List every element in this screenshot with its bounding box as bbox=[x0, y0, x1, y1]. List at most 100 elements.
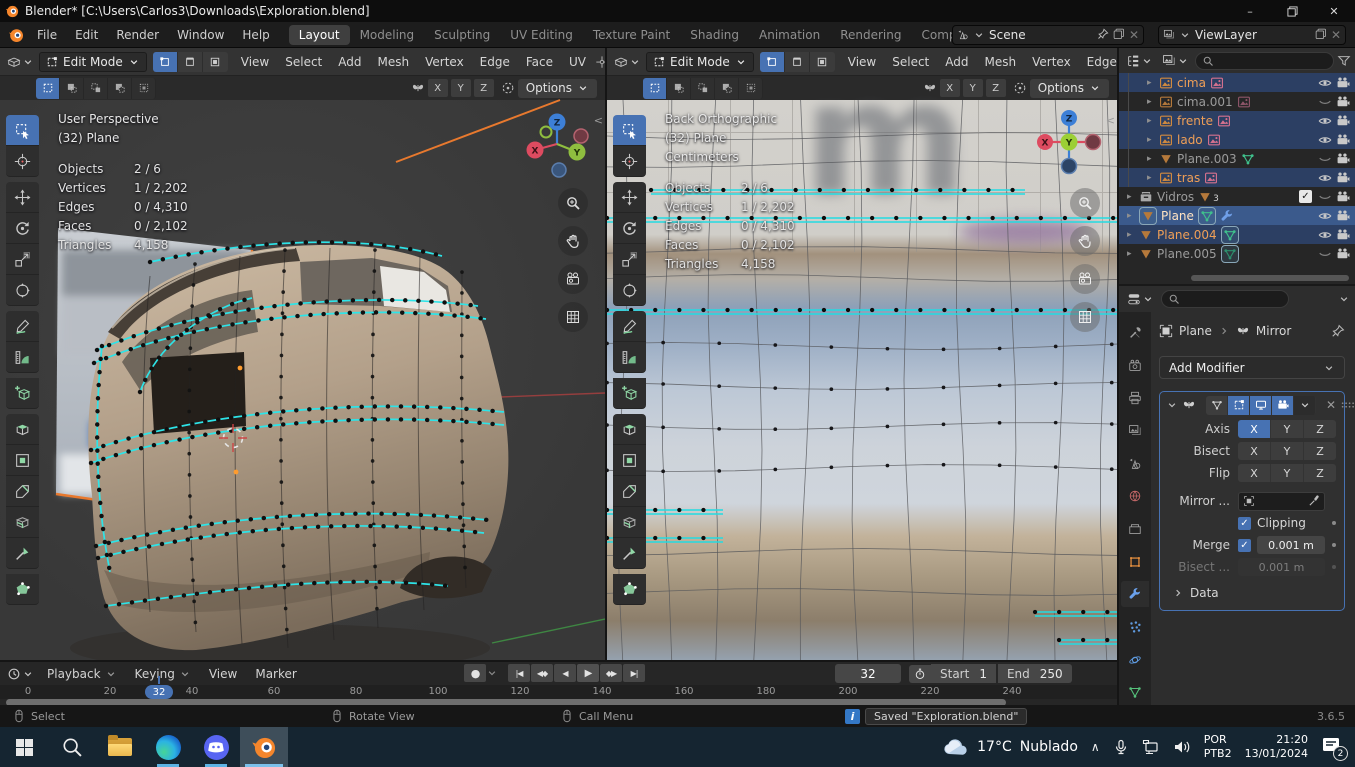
camera-visibility-icon[interactable] bbox=[1334, 190, 1352, 204]
menu-vertex[interactable]: Vertex bbox=[418, 55, 471, 69]
outliner-item-cima[interactable]: ▸cima bbox=[1119, 73, 1355, 92]
menu-edge[interactable]: Edge bbox=[473, 55, 517, 69]
eye-open-icon[interactable] bbox=[1316, 114, 1334, 128]
blender-menu-icon[interactable] bbox=[8, 27, 24, 43]
tool-scale-button[interactable] bbox=[6, 244, 39, 275]
scene-selector[interactable]: Scene ✕ bbox=[952, 25, 1144, 45]
speaker-icon[interactable] bbox=[1173, 739, 1191, 755]
weather-widget[interactable]: 17°C Nublado bbox=[943, 738, 1078, 756]
properties-tab-modifiers[interactable] bbox=[1121, 581, 1149, 607]
properties-tab-view-layer[interactable] bbox=[1121, 418, 1149, 444]
prev-keyframe-button[interactable]: ◀◆ bbox=[531, 664, 553, 682]
workspace-tab-animation[interactable]: Animation bbox=[749, 25, 830, 45]
tool-select-box-button[interactable] bbox=[6, 115, 39, 146]
tool-loop-cut-button[interactable] bbox=[613, 507, 646, 538]
tool-add-cube-button[interactable] bbox=[6, 378, 39, 409]
outliner-item-plane-005[interactable]: ▸Plane.005 bbox=[1119, 244, 1355, 263]
taskbar-search-button[interactable] bbox=[48, 727, 96, 767]
tool-add-cube-button[interactable] bbox=[613, 378, 646, 409]
outliner-scrollbar[interactable] bbox=[1191, 275, 1349, 281]
workspace-tab-shading[interactable]: Shading bbox=[680, 25, 749, 45]
tool-extrude-region-button[interactable] bbox=[613, 414, 646, 445]
menu-file[interactable]: File bbox=[28, 28, 66, 42]
mode-dropdown[interactable]: Edit Mode bbox=[646, 52, 754, 72]
properties-tab-object-data[interactable] bbox=[1121, 679, 1149, 705]
eye-open-icon[interactable] bbox=[1316, 228, 1334, 242]
new-scene-icon[interactable] bbox=[1113, 28, 1125, 40]
delete-modifier-button[interactable]: ✕ bbox=[1326, 398, 1336, 412]
new-view-layer-icon[interactable] bbox=[1315, 28, 1327, 40]
tool-poly-build-button[interactable] bbox=[6, 574, 39, 605]
view-menu[interactable]: View bbox=[201, 667, 245, 681]
menu-select[interactable]: Select bbox=[278, 55, 329, 69]
expand-arrow-icon[interactable]: ▸ bbox=[1147, 173, 1159, 183]
zoom-in-button[interactable] bbox=[558, 188, 588, 218]
camera-visibility-icon[interactable] bbox=[1334, 152, 1352, 166]
merge-checkbox[interactable]: ✓ bbox=[1238, 539, 1251, 552]
network-icon[interactable] bbox=[1142, 739, 1160, 755]
select-extend-button[interactable] bbox=[60, 78, 84, 99]
on-cage-toggle[interactable] bbox=[1206, 396, 1228, 415]
play-button[interactable]: ▶ bbox=[577, 664, 599, 682]
mirror-y-toggle[interactable]: Y bbox=[451, 79, 471, 97]
close-button[interactable]: ✕ bbox=[1313, 0, 1355, 22]
bisect-x-toggle[interactable]: X bbox=[1238, 442, 1271, 460]
merge-value-field[interactable]: 0.001 m bbox=[1257, 536, 1325, 554]
tool-annotate-button[interactable] bbox=[6, 311, 39, 342]
workspace-tab-uv-editing[interactable]: UV Editing bbox=[500, 25, 583, 45]
chevron-down-icon[interactable] bbox=[486, 667, 498, 679]
camera-view-button[interactable] bbox=[1070, 264, 1100, 294]
properties-tab-output[interactable] bbox=[1121, 385, 1149, 411]
auto-keying-button[interactable]: ● bbox=[464, 664, 486, 682]
outliner-item-lado[interactable]: ▸lado bbox=[1119, 130, 1355, 149]
remove-view-layer-icon[interactable]: ✕ bbox=[1331, 28, 1341, 42]
eye-open-icon[interactable] bbox=[1316, 133, 1334, 147]
vertex-select-button[interactable] bbox=[153, 52, 178, 72]
menu-face[interactable]: Face bbox=[519, 55, 560, 69]
face-select-button[interactable] bbox=[203, 52, 228, 72]
title-bar[interactable]: Blender* [C:\Users\Carlos3\Downloads\Exp… bbox=[0, 0, 1355, 22]
add-modifier-dropdown[interactable]: Add Modifier bbox=[1159, 356, 1345, 379]
select-intersect-button[interactable] bbox=[739, 78, 763, 99]
menu-uv[interactable]: UV bbox=[562, 55, 593, 69]
flip-z-toggle[interactable]: Z bbox=[1304, 464, 1336, 482]
mirror-icon[interactable] bbox=[411, 81, 425, 95]
workspace-tab-layout[interactable]: Layout bbox=[289, 25, 350, 45]
menu-vertex[interactable]: Vertex bbox=[1025, 55, 1078, 69]
tool-knife-button[interactable] bbox=[6, 538, 39, 569]
menu-mesh[interactable]: Mesh bbox=[978, 55, 1024, 69]
drag-handle-icon[interactable] bbox=[1340, 398, 1354, 412]
options-button[interactable]: Options bbox=[1030, 79, 1109, 98]
tool-cursor-button[interactable] bbox=[6, 146, 39, 177]
properties-tab-particles[interactable] bbox=[1121, 614, 1149, 640]
start-frame-field[interactable]: Start1 bbox=[931, 664, 996, 683]
breadcrumb-object[interactable]: Plane bbox=[1179, 324, 1212, 338]
camera-visibility-icon[interactable] bbox=[1334, 114, 1352, 128]
tool-annotate-button[interactable] bbox=[613, 311, 646, 342]
sidebar-collapse-icon[interactable]: < bbox=[1106, 114, 1115, 127]
properties-tab-scene[interactable] bbox=[1121, 451, 1149, 477]
camera-view-button[interactable] bbox=[558, 264, 588, 294]
bisect-y-toggle[interactable]: Y bbox=[1271, 442, 1304, 460]
tool-transform-button[interactable] bbox=[613, 275, 646, 306]
next-keyframe-button[interactable]: ◆▶ bbox=[600, 664, 622, 682]
properties-search-input[interactable] bbox=[1161, 290, 1289, 308]
pan-hand-button[interactable] bbox=[1070, 226, 1100, 256]
blender-taskbar-button[interactable] bbox=[240, 727, 288, 767]
outliner-display-mode-button[interactable] bbox=[1159, 52, 1192, 70]
options-button[interactable]: Options bbox=[518, 79, 597, 98]
editor-type-button[interactable] bbox=[611, 53, 644, 71]
camera-visibility-icon[interactable] bbox=[1334, 133, 1352, 147]
current-frame-indicator[interactable]: 32 bbox=[145, 685, 173, 699]
mirror-x-toggle[interactable]: X bbox=[428, 79, 448, 97]
mode-dropdown[interactable]: Edit Mode bbox=[39, 52, 147, 72]
tool-bevel-button[interactable] bbox=[6, 476, 39, 507]
expand-arrow-icon[interactable]: ▸ bbox=[1147, 97, 1159, 107]
notification-center-button[interactable]: 2 bbox=[1321, 737, 1341, 757]
eye-open-icon[interactable] bbox=[1316, 171, 1334, 185]
file-explorer-button[interactable] bbox=[96, 727, 144, 767]
edit-mode-display-toggle[interactable] bbox=[1228, 396, 1250, 415]
workspace-tab-sculpting[interactable]: Sculpting bbox=[424, 25, 500, 45]
eyedropper-icon[interactable] bbox=[1308, 495, 1320, 507]
tray-expand-icon[interactable]: ∧ bbox=[1091, 740, 1100, 754]
